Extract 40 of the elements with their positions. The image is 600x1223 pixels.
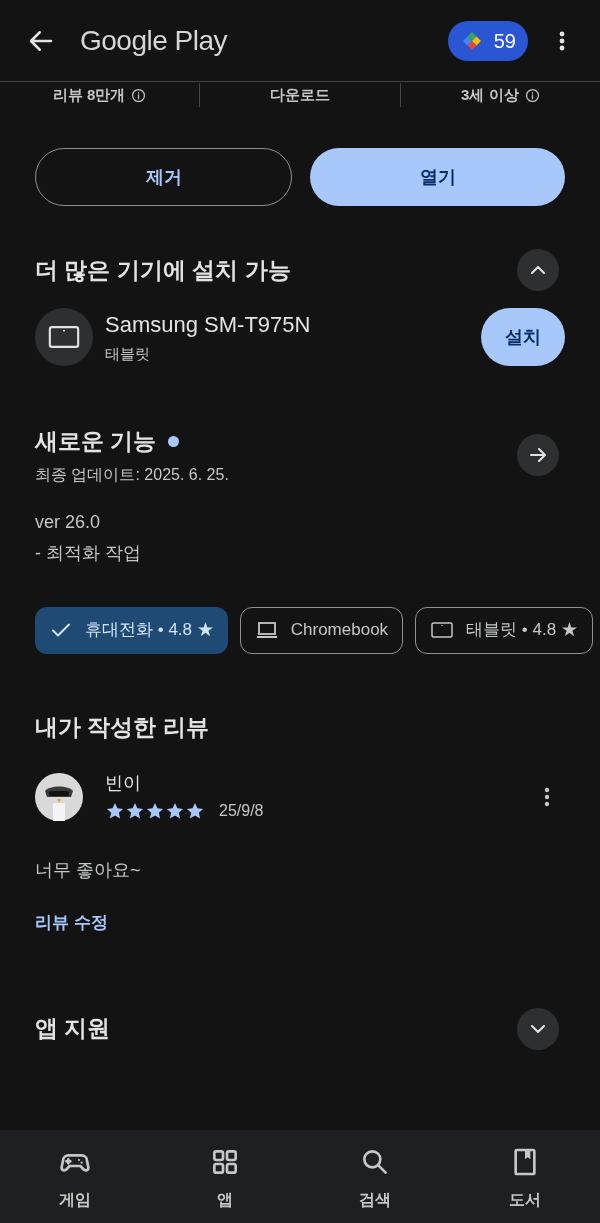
device-chip[interactable]: 태블릿 • 4.8 ★ (415, 606, 593, 654)
chevron-up-icon (531, 266, 545, 274)
stat-label: 리뷰 8만개 (52, 84, 126, 105)
section-title: 앱 지원 (35, 1014, 111, 1044)
chevron-down-icon (531, 1024, 545, 1033)
stat-label: 다운로드 (270, 84, 330, 105)
release-note: ver 26.0 (35, 510, 102, 534)
release-note: - 최적화 작업 (35, 541, 142, 565)
nav-tab[interactable]: 앱 (150, 1130, 300, 1223)
review-text: 너무 좋아요~ (34, 859, 142, 882)
info-icon[interactable] (524, 87, 540, 103)
app-title: Google Play (80, 23, 228, 58)
star-icon (185, 801, 205, 821)
device-name: Samsung SM-T975N (105, 311, 312, 340)
star-icon (145, 801, 165, 821)
arrow-right-icon (530, 448, 546, 463)
star-icon (105, 801, 125, 821)
info-icon[interactable] (131, 87, 147, 103)
expand-button[interactable] (517, 1007, 559, 1050)
device-chip[interactable]: Chromebook (239, 606, 404, 654)
device-type: 태블릿 (105, 344, 151, 365)
star-icon (165, 801, 185, 821)
arrow-button[interactable] (517, 434, 559, 477)
section-title: 새로운 기능 (35, 427, 157, 456)
update-date: 최종 업데이트: 2025. 6. 25. (35, 464, 229, 485)
collapse-button[interactable] (517, 249, 559, 291)
points-badge[interactable]: 59 (447, 20, 528, 61)
edit-review-link[interactable]: 리뷰 수정 (35, 910, 108, 936)
open-button[interactable]: 열기 (310, 148, 565, 206)
nav-tab[interactable]: 검색 (300, 1130, 450, 1223)
install-button[interactable]: 설치 (481, 308, 565, 366)
section-title: 내가 작성한 리뷰 (34, 712, 210, 742)
stat-label: 3세 이상 (461, 84, 519, 105)
nav-tab[interactable]: 도서 (450, 1130, 600, 1223)
reviewer-name: 빈이 (105, 772, 142, 795)
star-icon (125, 801, 145, 821)
nav-tab[interactable]: 게임 (0, 1130, 150, 1223)
section-title: 더 많은 기기에 설치 가능 (35, 255, 291, 285)
device-chip[interactable]: 휴대전화 • 4.8 ★ (35, 606, 228, 654)
review-date: 25/9/8 (219, 801, 264, 821)
